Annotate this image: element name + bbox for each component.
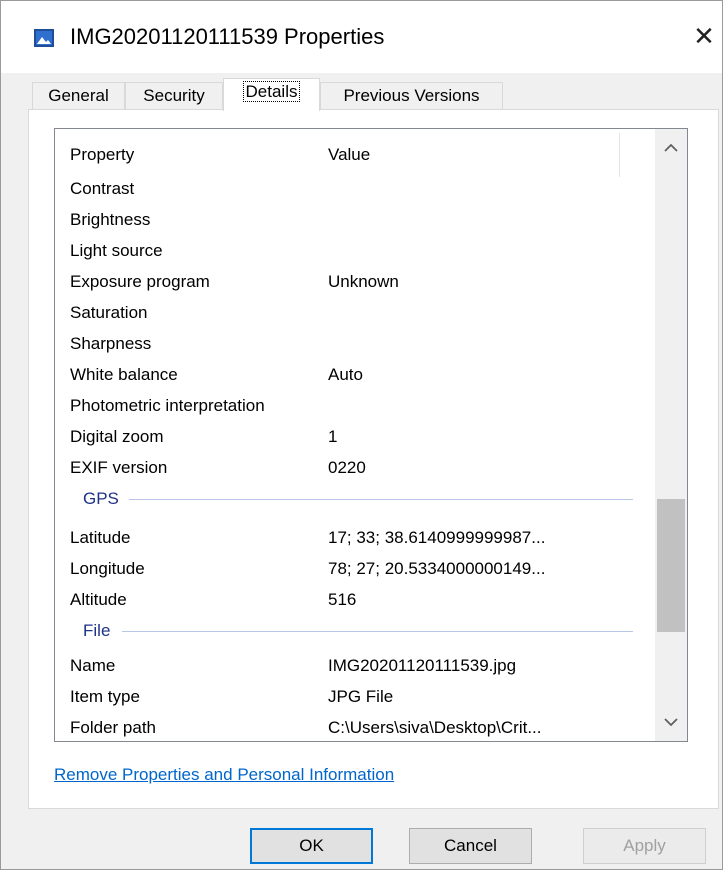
property-name: Light source <box>70 241 163 260</box>
property-name: White balance <box>70 365 178 384</box>
chevron-down-icon <box>664 718 678 727</box>
tab-previous-versions[interactable]: Previous Versions <box>320 82 503 110</box>
tab-previous-versions-label: Previous Versions <box>343 86 480 105</box>
property-value: 1 <box>328 427 338 446</box>
tab-security-label: Security <box>143 86 205 105</box>
property-name: Latitude <box>70 528 131 547</box>
list-item[interactable]: Latitude 17; 33; 38.6140999999987... <box>55 522 655 553</box>
property-value: 516 <box>328 590 357 609</box>
property-name: Saturation <box>70 303 148 322</box>
remove-properties-link[interactable]: Remove Properties and Personal Informati… <box>54 765 394 785</box>
title-bar: IMG20201120111539 Properties ✕ <box>1 1 722 73</box>
group-header-gps[interactable]: GPS <box>55 483 655 514</box>
property-value: JPG File <box>328 687 394 706</box>
list-item[interactable]: Saturation <box>55 297 655 328</box>
scroll-thumb[interactable] <box>657 499 685 632</box>
property-name: Folder path <box>70 718 156 737</box>
apply-button[interactable]: Apply <box>583 828 706 864</box>
cancel-button[interactable]: Cancel <box>409 828 532 864</box>
property-name: Sharpness <box>70 334 152 353</box>
group-header-file[interactable]: File <box>55 615 655 646</box>
property-value: Auto <box>328 365 363 384</box>
image-file-icon <box>34 29 54 47</box>
property-name: Brightness <box>70 210 151 229</box>
list-item[interactable]: Sharpness <box>55 328 655 359</box>
list-item[interactable]: Item type JPG File <box>55 681 655 712</box>
property-name: Exposure program <box>70 272 210 291</box>
window-title: IMG20201120111539 Properties <box>70 24 385 49</box>
tab-general[interactable]: General <box>32 82 125 110</box>
column-separator <box>619 133 620 177</box>
scroll-down-button[interactable] <box>655 707 687 737</box>
property-name: Contrast <box>70 179 135 198</box>
list-item[interactable]: Contrast <box>55 173 655 204</box>
property-name: Digital zoom <box>70 427 164 446</box>
property-name: Name <box>70 656 116 675</box>
property-value: 0220 <box>328 458 366 477</box>
property-value: Unknown <box>328 272 399 291</box>
tab-security[interactable]: Security <box>125 82 223 110</box>
scroll-up-button[interactable] <box>655 133 687 163</box>
list-item[interactable]: Longitude 78; 27; 20.5334000000149... <box>55 553 655 584</box>
property-value: 78; 27; 20.5334000000149... <box>328 559 546 578</box>
list-item[interactable]: Digital zoom 1 <box>55 421 655 452</box>
tab-strip: General Security Details Previous Versio… <box>28 78 718 111</box>
group-label: File <box>83 621 111 640</box>
tab-general-label: General <box>48 86 109 105</box>
details-list[interactable]: Property Value Contrast Brightness Light… <box>54 128 688 742</box>
group-divider <box>129 499 633 500</box>
vertical-scrollbar[interactable] <box>655 129 687 741</box>
property-name: Item type <box>70 687 140 706</box>
ok-button[interactable]: OK <box>250 828 373 864</box>
close-button[interactable]: ✕ <box>684 19 723 53</box>
list-item[interactable]: Folder path C:\Users\siva\Desktop\Crit..… <box>55 712 655 741</box>
tab-details-label: Details <box>242 81 301 102</box>
group-label: GPS <box>83 489 119 508</box>
list-item[interactable]: Photometric interpretation <box>55 390 655 421</box>
list-item[interactable]: EXIF version 0220 <box>55 452 655 483</box>
tab-details[interactable]: Details <box>223 78 320 111</box>
list-item[interactable]: Name IMG20201120111539.jpg <box>55 650 655 681</box>
chevron-up-icon <box>664 143 678 152</box>
property-name: Altitude <box>70 590 127 609</box>
property-name: Longitude <box>70 559 145 578</box>
list-item[interactable]: Exposure program Unknown <box>55 266 655 297</box>
list-item[interactable]: Altitude 516 <box>55 584 655 615</box>
property-value: 17; 33; 38.6140999999987... <box>328 528 546 547</box>
property-value: IMG20201120111539.jpg <box>328 656 517 675</box>
property-name: EXIF version <box>70 458 168 477</box>
property-value: C:\Users\siva\Desktop\Crit... <box>328 718 542 737</box>
list-item[interactable]: White balance Auto <box>55 359 655 390</box>
group-divider <box>122 631 633 632</box>
property-name: Photometric interpretation <box>70 396 265 415</box>
list-item[interactable]: Brightness <box>55 204 655 235</box>
properties-dialog: IMG20201120111539 Properties ✕ General S… <box>0 0 723 870</box>
list-item[interactable]: Light source <box>55 235 655 266</box>
